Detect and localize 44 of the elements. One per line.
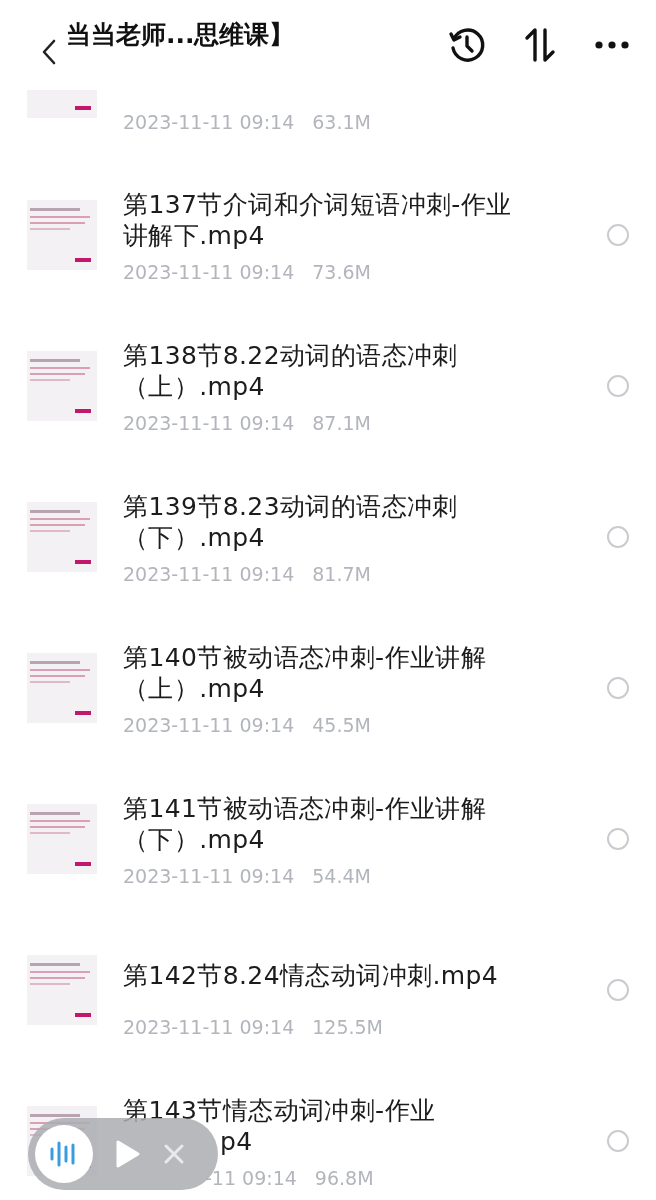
file-name: 讲解下.mp4 xyxy=(123,220,265,251)
select-radio[interactable] xyxy=(607,224,629,246)
history-icon[interactable] xyxy=(448,26,486,64)
play-icon[interactable] xyxy=(115,1139,141,1169)
back-icon[interactable] xyxy=(42,39,56,65)
select-radio[interactable] xyxy=(607,979,629,1001)
file-date: 2023-11-11 09:14 xyxy=(123,865,295,887)
file-name: （上）.mp4 xyxy=(123,371,265,402)
file-size: 125.5M xyxy=(312,1016,383,1038)
file-date: 2023-11-11 09:14 xyxy=(123,412,295,434)
file-name: （下）.mp4 xyxy=(123,824,265,855)
file-name: 第140节被动语态冲刺-作业讲解 xyxy=(123,642,487,673)
folder-title: 当当老师...思维课】 xyxy=(66,18,295,51)
sound-wave-icon[interactable] xyxy=(35,1125,93,1183)
select-radio[interactable] xyxy=(607,677,629,699)
file-size: 87.1M xyxy=(312,412,371,434)
file-date: 2023-11-11 09:14 xyxy=(123,1016,295,1038)
file-size: 81.7M xyxy=(312,563,371,585)
file-size: 96.8M xyxy=(314,1167,374,1189)
file-date: 2023-11-11 09:14 xyxy=(123,563,295,585)
file-name: 第138节8.22动词的语态冲刺 xyxy=(123,340,458,371)
select-radio[interactable] xyxy=(607,828,629,850)
file-name: p4 xyxy=(220,1126,253,1157)
file-name: 第143节情态动词冲刺-作业 xyxy=(123,1095,436,1126)
close-icon[interactable] xyxy=(163,1143,185,1165)
file-name: 第142节8.24情态动词冲刺.mp4 xyxy=(123,959,499,991)
file-size: 54.4M xyxy=(312,865,371,887)
file-name: （上）.mp4 xyxy=(123,673,265,704)
select-radio[interactable] xyxy=(607,526,629,548)
file-size: 63.1M xyxy=(312,111,371,133)
file-size: 45.5M xyxy=(312,714,371,736)
file-date: 2023-11-11 09:14 xyxy=(123,111,295,133)
file-date: -11 09:14 xyxy=(205,1167,297,1189)
select-radio[interactable] xyxy=(607,375,629,397)
file-name: 第141节被动语态冲刺-作业讲解 xyxy=(123,793,487,824)
more-icon[interactable] xyxy=(594,40,630,50)
file-name: （下）.mp4 xyxy=(123,522,265,553)
file-name: 第137节介词和介词短语冲刺-作业 xyxy=(123,189,512,220)
select-radio[interactable] xyxy=(607,1130,629,1152)
file-date: 2023-11-11 09:14 xyxy=(123,261,295,283)
sort-icon[interactable] xyxy=(522,26,558,64)
file-date: 2023-11-11 09:14 xyxy=(123,714,295,736)
file-name: 第139节8.23动词的语态冲刺 xyxy=(123,491,458,522)
file-size: 73.6M xyxy=(312,261,371,283)
